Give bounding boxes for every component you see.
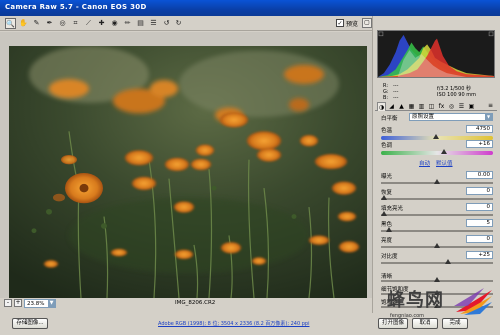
- panel-menu-icon[interactable]: ≡: [486, 102, 495, 111]
- adjustment-panel: R: --- G: --- B: --- f/3.2 1/500 秒 ISO 1…: [372, 16, 500, 313]
- straighten-tool-icon[interactable]: ⟋: [83, 18, 94, 29]
- rotate-left-icon[interactable]: ↺: [161, 18, 172, 29]
- slider-knob[interactable]: [434, 179, 440, 184]
- chevron-down-icon[interactable]: ▼: [48, 300, 55, 307]
- zoom-out-button[interactable]: -: [4, 299, 12, 307]
- pixel-readout: R: --- G: --- B: --- f/3.2 1/500 秒 ISO 1…: [377, 80, 495, 101]
- watermark-url: fengniao.com: [390, 313, 425, 319]
- slider-track[interactable]: [381, 211, 493, 216]
- slider-knob[interactable]: [434, 243, 440, 248]
- temperature-field[interactable]: 4750: [466, 125, 493, 133]
- white-balance-value: 原照设置: [412, 114, 435, 120]
- temperature-label: 色温: [381, 128, 393, 134]
- window-title: Camera Raw 5.7 - Canon EOS 30D: [5, 3, 147, 11]
- slider-label: 曝光: [381, 174, 393, 180]
- zoom-in-button[interactable]: +: [14, 299, 22, 307]
- slider-value-field[interactable]: 0.00: [466, 171, 493, 179]
- save-image-button[interactable]: 存储图像...: [12, 318, 48, 329]
- slider-knob[interactable]: [445, 259, 451, 264]
- slider-knob[interactable]: [381, 211, 387, 216]
- bird-logo-icon: [454, 288, 492, 315]
- status-bar: - + 23.8% ▼ IMG_8206.CR2: [0, 298, 372, 309]
- slider-value-field[interactable]: +25: [466, 251, 493, 259]
- white-balance-select[interactable]: 原照设置 ▼: [409, 113, 493, 121]
- slider-value-field[interactable]: 0: [466, 187, 493, 195]
- tab-lens-icon[interactable]: ◫: [427, 102, 436, 111]
- slider-value-field[interactable]: 0: [466, 235, 493, 243]
- slider-track[interactable]: [381, 195, 493, 200]
- title-bar: Camera Raw 5.7 - Canon EOS 30D: [0, 0, 500, 16]
- b-label: B:: [383, 95, 389, 101]
- graduated-filter-icon[interactable]: ▤: [135, 18, 146, 29]
- slider-value-field[interactable]: 5: [466, 219, 493, 227]
- photo-preview[interactable]: [9, 46, 367, 298]
- zoom-tool-icon[interactable]: 🔍: [5, 18, 16, 29]
- slider-track[interactable]: [381, 227, 493, 232]
- file-name: IMG_8206.CR2: [175, 300, 216, 306]
- tab-basic-icon[interactable]: ◑: [377, 102, 386, 111]
- slider-track[interactable]: [381, 179, 493, 184]
- slider-value-field[interactable]: 0: [466, 203, 493, 211]
- tint-field[interactable]: +16: [466, 140, 493, 148]
- white-balance-label: 白平衡: [381, 116, 398, 122]
- tab-hsl-icon[interactable]: ▦: [407, 102, 416, 111]
- color-sampler-icon[interactable]: ✒: [44, 18, 55, 29]
- preferences-icon[interactable]: ☰: [148, 18, 159, 29]
- workflow-options-link[interactable]: Adobe RGB (1998); 8 位; 3504 x 2336 (8.2 …: [158, 320, 309, 327]
- tab-split-toning-icon[interactable]: ▥: [417, 102, 426, 111]
- tab-detail-icon[interactable]: ▲: [397, 102, 406, 111]
- tint-slider-knob[interactable]: [441, 149, 447, 154]
- slider-label: 清晰: [381, 274, 393, 280]
- slider-label: 亮度: [381, 238, 393, 244]
- exif-iso-focal: ISO 100 90 mm: [437, 92, 476, 98]
- chevron-down-icon[interactable]: ▼: [485, 114, 492, 120]
- slider-knob[interactable]: [381, 195, 387, 200]
- default-link[interactable]: 默认值: [436, 159, 453, 167]
- preview-checkbox[interactable]: ✓: [336, 19, 344, 27]
- tab-tone-curve-icon[interactable]: ◢: [387, 102, 396, 111]
- watermark: 蜂鸟网 fengniao.com: [382, 282, 500, 335]
- hand-tool-icon[interactable]: ✋: [18, 18, 29, 29]
- exif-aperture-shutter: f/3.2 1/500 秒: [437, 86, 471, 92]
- histogram: [377, 30, 495, 78]
- auto-link[interactable]: 自动: [419, 159, 430, 167]
- white-balance-tool-icon[interactable]: ✎: [31, 18, 42, 29]
- fullscreen-button[interactable]: ▢: [362, 18, 372, 28]
- targeted-adjust-icon[interactable]: ◎: [57, 18, 68, 29]
- b-value: ---: [393, 95, 399, 101]
- panel-tabs: ◑ ◢ ▲ ▦ ▥ ◫ fx ◎ ☰ ▣ ≡: [375, 102, 497, 111]
- preview-label: 预览: [346, 21, 359, 28]
- tab-presets-icon[interactable]: ☰: [457, 102, 466, 111]
- slider-label: 对比度: [381, 254, 398, 260]
- red-eye-icon[interactable]: ◉: [109, 18, 120, 29]
- tint-slider[interactable]: [381, 149, 493, 155]
- slider-track[interactable]: [381, 243, 493, 248]
- watermark-text: 蜂鸟网: [387, 290, 444, 311]
- slider-track[interactable]: [381, 259, 493, 264]
- tab-snapshots-icon[interactable]: ▣: [467, 102, 476, 111]
- adjustment-brush-icon[interactable]: ✏: [122, 18, 133, 29]
- tint-label: 色调: [381, 143, 393, 149]
- temperature-slider-knob[interactable]: [433, 134, 439, 139]
- slider-knob[interactable]: [386, 227, 392, 232]
- tab-effects-icon[interactable]: fx: [437, 102, 446, 111]
- spot-removal-icon[interactable]: ✚: [96, 18, 107, 29]
- tab-camera-calibration-icon[interactable]: ◎: [447, 102, 456, 111]
- crop-tool-icon[interactable]: ⌗: [70, 18, 81, 29]
- rotate-right-icon[interactable]: ↻: [173, 18, 184, 29]
